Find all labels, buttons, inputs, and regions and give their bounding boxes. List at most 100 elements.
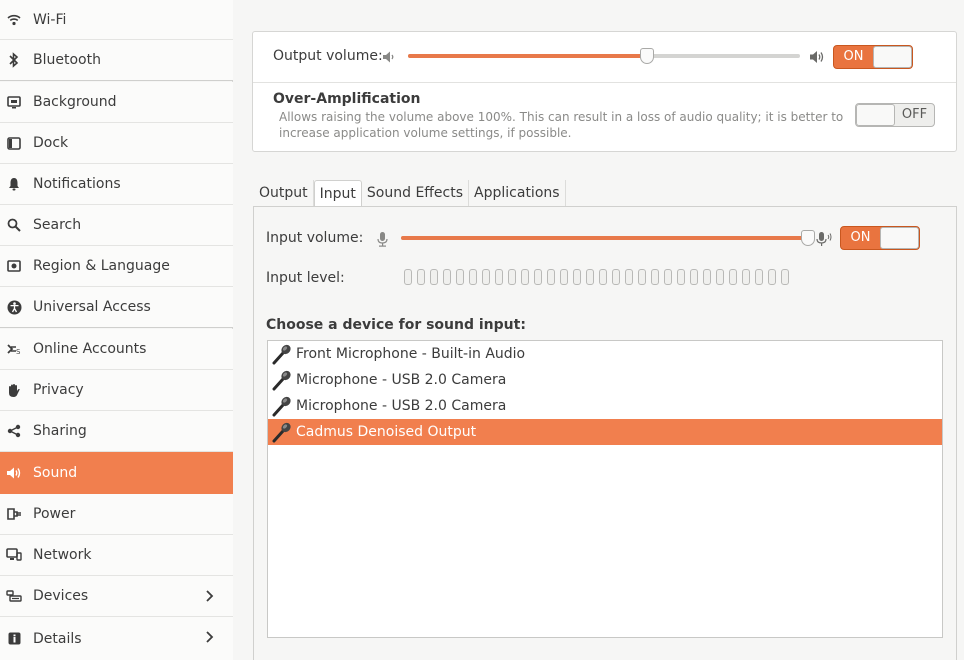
device-label: Microphone - USB 2.0 Camera bbox=[296, 372, 507, 388]
background-icon bbox=[6, 94, 22, 110]
chevron-right-icon bbox=[201, 588, 217, 604]
sidebar-item-privacy[interactable]: Privacy bbox=[0, 370, 233, 411]
sidebar-item-label: Devices bbox=[33, 588, 89, 604]
bluetooth-icon bbox=[6, 52, 22, 68]
list-item[interactable]: Microphone - USB 2.0 Camera bbox=[268, 393, 942, 419]
sound-tabs: Output Input Sound Effects Applications bbox=[254, 180, 566, 207]
list-item[interactable]: Front Microphone - Built-in Audio bbox=[268, 341, 942, 367]
level-segment bbox=[469, 269, 477, 285]
sound-panel: Output volume: ON Over-Amplification All… bbox=[234, 0, 964, 660]
input-tab-panel: Input volume: ON Input level: Choose a d… bbox=[253, 206, 957, 660]
search-icon bbox=[6, 217, 22, 233]
switch-on-text: ON bbox=[843, 49, 864, 64]
sidebar-item-network[interactable]: Network bbox=[0, 535, 233, 576]
input-volume-slider[interactable] bbox=[401, 230, 815, 246]
chevron-right-icon bbox=[201, 629, 217, 645]
sidebar-item-label: Power bbox=[33, 506, 76, 522]
level-segment bbox=[690, 269, 698, 285]
output-volume-slider[interactable] bbox=[408, 48, 800, 64]
level-segment bbox=[742, 269, 750, 285]
level-segment bbox=[534, 269, 542, 285]
sidebar-item-sharing[interactable]: Sharing bbox=[0, 411, 233, 452]
over-amplification-title: Over-Amplification bbox=[273, 91, 421, 107]
list-item-selected[interactable]: Cadmus Denoised Output bbox=[268, 419, 942, 445]
svg-text:S: S bbox=[16, 348, 21, 356]
input-level-meter bbox=[404, 269, 789, 285]
tab-output[interactable]: Output bbox=[254, 180, 314, 207]
settings-sidebar: Wi-Fi Bluetooth Background Dock Notifica… bbox=[0, 0, 233, 660]
level-segment bbox=[612, 269, 620, 285]
sidebar-item-background[interactable]: Background bbox=[0, 82, 233, 123]
sidebar-item-bluetooth[interactable]: Bluetooth bbox=[0, 40, 233, 81]
level-segment bbox=[703, 269, 711, 285]
level-segment bbox=[443, 269, 451, 285]
devices-icon bbox=[6, 588, 22, 604]
speaker-high-icon bbox=[808, 48, 826, 66]
tab-applications[interactable]: Applications bbox=[469, 180, 566, 207]
description-line-2: increase application volume settings, if… bbox=[279, 126, 572, 140]
output-mute-switch[interactable]: ON bbox=[833, 45, 913, 69]
input-volume-handle[interactable] bbox=[801, 230, 815, 246]
sidebar-item-notifications[interactable]: Notifications bbox=[0, 164, 233, 205]
microphone-icon bbox=[272, 370, 291, 391]
list-item[interactable]: Microphone - USB 2.0 Camera bbox=[268, 367, 942, 393]
microphone-low-icon bbox=[375, 230, 391, 248]
over-amplification-switch[interactable]: OFF bbox=[855, 103, 935, 127]
sidebar-item-search[interactable]: Search bbox=[0, 205, 233, 246]
sidebar-item-region-language[interactable]: Region & Language bbox=[0, 246, 233, 287]
description-line-1: Allows raising the volume above 100%. Th… bbox=[279, 110, 844, 124]
microphone-icon bbox=[272, 344, 291, 365]
sidebar-item-label: Background bbox=[33, 94, 117, 110]
sidebar-item-label: Network bbox=[33, 547, 92, 563]
level-segment bbox=[417, 269, 425, 285]
sidebar-item-online-accounts[interactable]: S Online Accounts bbox=[0, 329, 233, 370]
switch-on-text: ON bbox=[850, 230, 871, 245]
input-volume-fill bbox=[401, 236, 808, 240]
share-icon bbox=[6, 423, 22, 439]
power-plug-icon bbox=[6, 506, 22, 522]
online-accounts-icon: S bbox=[6, 341, 22, 357]
level-segment bbox=[404, 269, 412, 285]
network-icon bbox=[6, 547, 22, 563]
output-volume-label: Output volume: bbox=[273, 48, 383, 64]
sidebar-item-power[interactable]: Power bbox=[0, 494, 233, 535]
input-mute-switch[interactable]: ON bbox=[840, 226, 920, 250]
sidebar-item-devices[interactable]: Devices bbox=[0, 576, 233, 617]
dock-icon bbox=[6, 135, 22, 151]
level-segment bbox=[677, 269, 685, 285]
level-segment bbox=[508, 269, 516, 285]
region-icon bbox=[6, 258, 22, 274]
sidebar-item-label: Region & Language bbox=[33, 258, 170, 274]
speaker-low-icon bbox=[381, 49, 397, 65]
sidebar-item-sound[interactable]: Sound bbox=[0, 452, 233, 494]
tab-input[interactable]: Input bbox=[313, 180, 362, 207]
microphone-icon bbox=[272, 396, 291, 417]
level-segment bbox=[456, 269, 464, 285]
level-segment bbox=[755, 269, 763, 285]
input-device-list[interactable]: Front Microphone - Built-in Audio Microp… bbox=[267, 340, 943, 638]
microphone-icon bbox=[272, 422, 291, 443]
level-segment bbox=[521, 269, 529, 285]
level-segment bbox=[560, 269, 568, 285]
speaker-icon bbox=[6, 465, 22, 481]
level-segment bbox=[430, 269, 438, 285]
sidebar-item-label: Wi-Fi bbox=[33, 11, 67, 28]
input-level-label: Input level: bbox=[266, 270, 345, 286]
sidebar-item-details[interactable]: Details bbox=[0, 617, 233, 660]
sidebar-item-label: Notifications bbox=[33, 176, 121, 192]
privacy-hand-icon bbox=[6, 382, 22, 398]
level-segment bbox=[729, 269, 737, 285]
device-label: Microphone - USB 2.0 Camera bbox=[296, 398, 507, 414]
sidebar-item-wifi[interactable]: Wi-Fi bbox=[0, 0, 233, 40]
sidebar-item-label: Details bbox=[33, 630, 82, 647]
sidebar-item-dock[interactable]: Dock bbox=[0, 123, 233, 164]
tab-sound-effects[interactable]: Sound Effects bbox=[362, 180, 470, 207]
device-label: Cadmus Denoised Output bbox=[296, 424, 477, 440]
sidebar-item-label: Sharing bbox=[33, 423, 87, 439]
output-volume-handle[interactable] bbox=[640, 48, 654, 64]
sidebar-item-universal-access[interactable]: Universal Access bbox=[0, 287, 233, 328]
details-icon bbox=[6, 631, 22, 647]
output-volume-card: Output volume: ON Over-Amplification All… bbox=[252, 31, 957, 152]
level-segment bbox=[651, 269, 659, 285]
level-segment bbox=[482, 269, 490, 285]
